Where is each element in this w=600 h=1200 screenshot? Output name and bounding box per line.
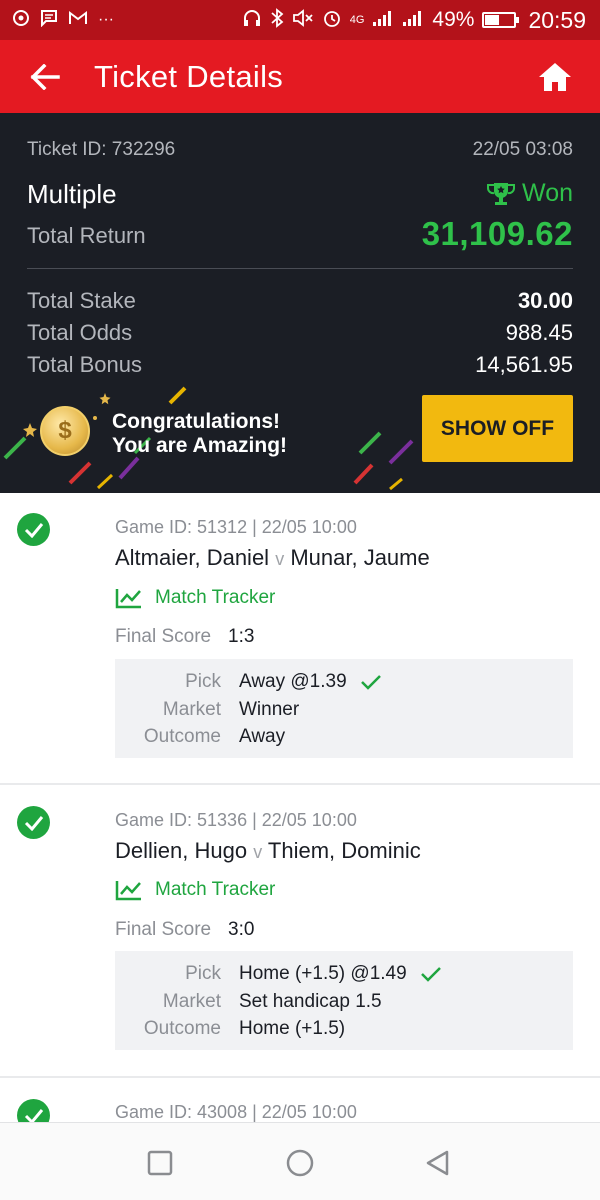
outcome-value: Home (+1.5) xyxy=(239,1018,346,1039)
pick-value: Away @1.39 xyxy=(239,671,382,693)
match-teams: Altmaier, Daniel v Munar, Jaume xyxy=(115,545,430,571)
bet-type: Multiple xyxy=(27,179,117,209)
status-badge: Won xyxy=(486,179,573,208)
back-nav-button[interactable] xyxy=(420,1145,456,1181)
selection-card: Game ID: 43008 | 22/05 10:00 xyxy=(0,1079,600,1122)
app-bar: Ticket Details xyxy=(0,40,600,113)
pick-details: Pick Away @1.39 Market Winner Outcome Aw… xyxy=(115,659,573,758)
market-value: Winner xyxy=(239,699,300,720)
match-teams: Dellien, Hugo v Thiem, Dominic xyxy=(115,838,421,864)
pick-label: Pick xyxy=(185,671,221,692)
home-team: Altmaier, Daniel xyxy=(115,545,270,570)
status-bar: ··· 4G 49% 20:59 xyxy=(0,0,600,40)
won-check-icon xyxy=(17,513,50,546)
pick-details: Pick Home (+1.5) @1.49 Market Set handic… xyxy=(115,951,573,1050)
chart-line-icon xyxy=(115,589,141,609)
game-id: Game ID: 51312 | 22/05 10:00 xyxy=(115,517,357,537)
divider xyxy=(0,783,600,785)
away-team: Munar, Jaume xyxy=(290,545,430,570)
outcome-value: Away xyxy=(239,726,286,747)
message-icon xyxy=(40,9,58,31)
total-return-label: Total Return xyxy=(27,223,146,248)
recents-button[interactable] xyxy=(142,1145,178,1181)
back-triangle-icon xyxy=(426,1150,449,1176)
status-text: Won xyxy=(522,179,573,207)
divider xyxy=(27,268,573,269)
signal-icon xyxy=(372,9,394,31)
system-nav-bar xyxy=(0,1122,600,1200)
match-tracker-label: Match Tracker xyxy=(155,587,276,608)
game-id: Game ID: 51336 | 22/05 10:00 xyxy=(115,810,357,830)
total-bonus-label: Total Bonus xyxy=(27,352,142,377)
network-label: 4G xyxy=(349,13,365,26)
market-label: Market xyxy=(162,991,221,1012)
outcome-label: Outcome xyxy=(143,1018,221,1039)
total-stake-value: 30.00 xyxy=(517,288,573,313)
status-left-icons: ··· xyxy=(12,0,114,40)
check-icon xyxy=(421,967,441,982)
final-score-value: 1:3 xyxy=(228,626,255,647)
battery-level xyxy=(485,15,500,25)
pick-text: Away @1.39 xyxy=(239,671,347,692)
page-title: Ticket Details xyxy=(94,59,284,94)
match-tracker-label: Match Tracker xyxy=(155,879,276,900)
won-check-icon xyxy=(17,1099,50,1122)
final-score-label: Final Score xyxy=(115,626,212,647)
market-value: Set handicap 1.5 xyxy=(239,991,382,1012)
total-return-value: 31,109.62 xyxy=(421,215,573,252)
match-tracker-link[interactable]: Match Tracker xyxy=(115,587,275,609)
status-right-icons: 4G 49% 20:59 xyxy=(242,0,586,40)
pick-label: Pick xyxy=(185,963,221,984)
away-team: Thiem, Dominic xyxy=(267,838,421,863)
market-label: Market xyxy=(162,699,221,720)
clock: 20:59 xyxy=(528,6,586,33)
trophy-icon xyxy=(487,182,516,205)
match-tracker-link[interactable]: Match Tracker xyxy=(115,879,275,901)
divider xyxy=(0,1076,600,1078)
total-stake-label: Total Stake xyxy=(27,288,136,313)
total-odds-label: Total Odds xyxy=(27,320,133,345)
congrats-line2: You are Amazing! xyxy=(112,434,288,457)
headset-icon xyxy=(242,8,262,32)
check-icon xyxy=(361,675,381,690)
bluetooth-icon xyxy=(270,8,284,32)
battery-percent: 49% xyxy=(432,8,475,31)
coin-icon: $ xyxy=(40,406,90,456)
home-circle-icon xyxy=(286,1149,314,1177)
game-id: Game ID: 43008 | 22/05 10:00 xyxy=(115,1102,357,1122)
back-button[interactable] xyxy=(22,54,68,100)
home-nav-button[interactable] xyxy=(282,1145,318,1181)
final-score-value: 3:0 xyxy=(228,919,255,940)
home-icon xyxy=(539,63,571,91)
ticket-summary: Ticket ID: 732296 22/05 03:08 Multiple W… xyxy=(0,113,600,493)
show-off-button[interactable]: SHOW OFF xyxy=(422,395,573,462)
gmail-icon xyxy=(68,10,88,30)
congrats-text: Congratulations! You are Amazing! xyxy=(112,410,287,458)
total-odds-value: 988.45 xyxy=(505,320,573,345)
arrow-left-icon xyxy=(30,64,60,90)
pick-value: Home (+1.5) @1.49 xyxy=(239,963,442,985)
mute-icon xyxy=(292,9,314,31)
sync-icon xyxy=(12,9,30,31)
selection-card: Game ID: 51312 | 22/05 10:00 Altmaier, D… xyxy=(0,493,600,785)
versus-label: v xyxy=(275,549,285,569)
versus-label: v xyxy=(253,842,263,862)
ticket-id: Ticket ID: 732296 xyxy=(27,139,176,160)
more-icon: ··· xyxy=(98,11,114,28)
outcome-label: Outcome xyxy=(143,726,221,747)
congrats-line1: Congratulations! xyxy=(112,410,280,433)
pick-text: Home (+1.5) @1.49 xyxy=(239,963,407,984)
recents-icon xyxy=(147,1150,173,1176)
total-bonus-value: 14,561.95 xyxy=(475,352,573,377)
home-team: Dellien, Hugo xyxy=(115,838,248,863)
won-check-icon xyxy=(17,806,50,839)
home-button[interactable] xyxy=(532,54,578,100)
selection-card: Game ID: 51336 | 22/05 10:00 Dellien, Hu… xyxy=(0,786,600,1078)
final-score-label: Final Score xyxy=(115,919,212,940)
chart-line-icon xyxy=(115,881,141,901)
alarm-icon xyxy=(322,8,342,32)
battery-icon xyxy=(482,12,520,28)
signal-icon xyxy=(402,9,424,31)
ticket-datetime: 22/05 03:08 xyxy=(472,139,573,160)
